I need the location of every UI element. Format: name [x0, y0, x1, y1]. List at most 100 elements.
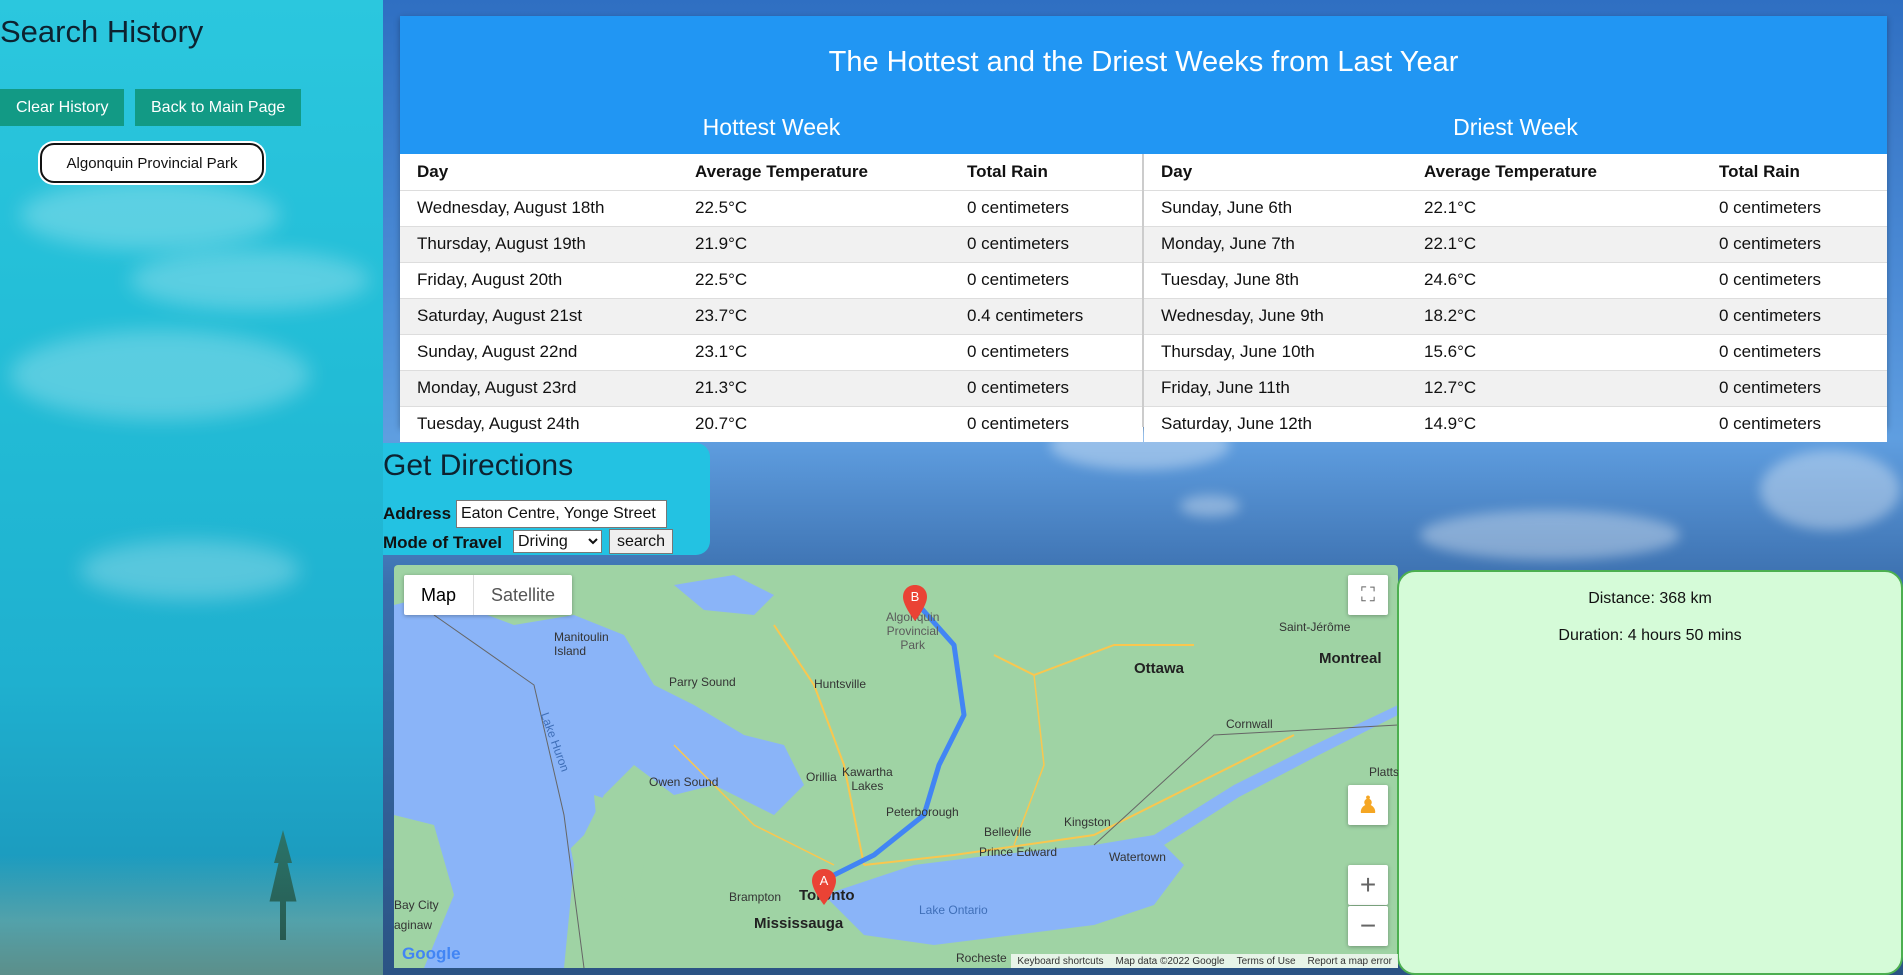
temperature-cell: 22.1°C	[1407, 225, 1702, 262]
column-header: Total Rain	[967, 161, 1048, 181]
place-label: Orillia	[806, 770, 837, 784]
temperature-cell: 18.2°C	[1407, 297, 1702, 334]
search-history-sidebar: Search History Clear History Back to Mai…	[0, 0, 383, 975]
day-cell: Thursday, August 19th	[400, 225, 678, 262]
rain-cell: 0 centimeters	[950, 369, 1143, 406]
marker-label: B	[911, 589, 920, 604]
shoreline-decoration	[0, 855, 383, 975]
zoom-out-button[interactable]: −	[1348, 906, 1388, 946]
rain-cell: 0 centimeters	[1702, 261, 1887, 298]
place-label: Platts	[1369, 765, 1398, 779]
table-row: Friday, June 11th 12.7°C 0 centimeters	[1144, 369, 1887, 406]
place-label: Peterborough	[886, 805, 959, 819]
cloud-decoration	[1180, 495, 1240, 517]
satellite-tab[interactable]: Satellite	[473, 575, 572, 615]
table-row: Tuesday, August 24th 20.7°C 0 centimeters	[400, 405, 1143, 442]
temperature-cell: 20.7°C	[678, 405, 950, 442]
hottest-week-table: Day Average Temperature Total Rain Wedne…	[400, 154, 1143, 442]
map-data-attribution: Map data ©2022 Google	[1115, 955, 1225, 967]
cloud-decoration	[1760, 450, 1900, 530]
temperature-cell: 22.1°C	[1407, 189, 1702, 226]
rain-cell: 0 centimeters	[950, 405, 1143, 442]
history-item[interactable]: Algonquin Provincial Park	[40, 143, 264, 183]
route-map[interactable]: Map Satellite ⛶ ♟ + − Manitoulin Island …	[394, 565, 1398, 968]
table-row: Thursday, August 19th 21.9°C 0 centimeters	[400, 225, 1143, 262]
rain-cell: 0 centimeters	[950, 333, 1143, 370]
keyboard-shortcuts-link[interactable]: Keyboard shortcuts	[1017, 956, 1103, 967]
temperature-cell: 14.9°C	[1407, 405, 1702, 442]
table-row: Tuesday, June 8th 24.6°C 0 centimeters	[1144, 261, 1887, 298]
temperature-cell: 12.7°C	[1407, 369, 1702, 406]
rain-cell: 0 centimeters	[1702, 225, 1887, 262]
address-label: Address	[383, 504, 452, 523]
place-label: Saint-Jérôme	[1279, 620, 1351, 634]
place-label: Watertown	[1109, 850, 1166, 864]
day-cell: Sunday, June 6th	[1144, 189, 1407, 226]
back-to-main-button[interactable]: Back to Main Page	[135, 89, 302, 126]
clear-history-button[interactable]: Clear History	[0, 89, 125, 126]
rain-cell: 0.4 centimeters	[950, 297, 1143, 334]
place-label: Parry Sound	[669, 675, 736, 689]
map-footer: Keyboard shortcuts Map data ©2022 Google…	[1011, 954, 1398, 968]
place-label: Mississauga	[754, 915, 844, 932]
place-label: Ottawa	[1134, 660, 1185, 677]
day-cell: Friday, August 20th	[400, 261, 678, 298]
rain-cell: 0 centimeters	[1702, 189, 1887, 226]
column-header: Day	[417, 161, 449, 181]
cloud-decoration	[1420, 510, 1680, 560]
column-header: Total Rain	[1719, 161, 1800, 181]
driest-week-section: Driest Week Day Average Temperature Tota…	[1144, 96, 1887, 442]
place-label: Lake Ontario	[919, 903, 988, 917]
address-input[interactable]	[456, 500, 667, 528]
place-label: Huntsville	[814, 677, 867, 691]
table-header-row: Day Average Temperature Total Rain	[1144, 154, 1887, 190]
table-row: Thursday, June 10th 15.6°C 0 centimeters	[1144, 333, 1887, 370]
weather-title: The Hottest and the Driest Weeks from La…	[828, 46, 1459, 78]
zoom-in-button[interactable]: +	[1348, 865, 1388, 905]
origin-marker[interactable]: A	[812, 869, 836, 905]
column-header: Average Temperature	[1424, 161, 1597, 181]
place-label: Bay City	[394, 898, 439, 912]
table-row: Wednesday, August 18th 22.5°C 0 centimeter…	[400, 189, 1143, 226]
temperature-cell: 21.9°C	[678, 225, 950, 262]
search-button[interactable]: search	[609, 529, 673, 554]
place-label: Montreal	[1319, 650, 1382, 667]
cloud-decoration	[130, 250, 370, 310]
temperature-cell: 15.6°C	[1407, 333, 1702, 370]
fullscreen-icon[interactable]: ⛶	[1348, 575, 1388, 615]
rain-cell: 0 centimeters	[1702, 369, 1887, 406]
rain-cell: 0 centimeters	[1702, 405, 1887, 442]
table-row: Saturday, August 21st 23.7°C 0.4 centimete…	[400, 297, 1143, 334]
pegman-icon[interactable]: ♟	[1348, 785, 1388, 825]
map-type-toggle: Map Satellite	[404, 575, 573, 615]
directions-title: Get Directions	[383, 449, 574, 482]
rain-cell: 0 centimeters	[1702, 333, 1887, 370]
weather-panel: The Hottest and the Driest Weeks from La…	[400, 16, 1887, 442]
directions-panel: Get Directions Address Mode of Travel Dr…	[383, 443, 710, 555]
search-history-title: Search History	[0, 14, 204, 49]
day-cell: Friday, June 11th	[1144, 369, 1407, 406]
table-header-row: Day Average Temperature Total Rain	[400, 154, 1143, 190]
cloud-decoration	[10, 330, 310, 420]
map-tab[interactable]: Map	[404, 575, 473, 615]
table-row: Sunday, June 6th 22.1°C 0 centimeters	[1144, 189, 1887, 226]
place-label: Kawartha Lakes	[842, 765, 893, 793]
duration-text: Duration: 4 hours 50 mins	[1558, 627, 1742, 644]
day-cell: Thursday, June 10th	[1144, 333, 1407, 370]
report-error-link[interactable]: Report a map error	[1308, 956, 1392, 967]
road	[773, 624, 865, 866]
mode-of-travel-select[interactable]: Driving	[513, 530, 602, 553]
terms-link[interactable]: Terms of Use	[1237, 956, 1296, 967]
place-label: Prince Edward	[979, 845, 1058, 859]
table-row: Wednesday, June 9th 18.2°C 0 centimeters	[1144, 297, 1887, 334]
temperature-cell: 23.1°C	[678, 333, 950, 370]
place-label: Owen Sound	[649, 775, 719, 789]
table-row: Monday, August 23rd 21.3°C 0 centimeters	[400, 369, 1143, 406]
distance-text: Distance: 368 km	[1588, 590, 1712, 607]
place-label: Kingston	[1064, 815, 1111, 829]
table-row: Saturday, June 12th 14.9°C 0 centimeters	[1144, 405, 1887, 442]
destination-marker[interactable]: B	[903, 585, 927, 621]
place-label: Belleville	[984, 825, 1032, 839]
day-cell: Tuesday, August 24th	[400, 405, 678, 442]
cloud-decoration	[80, 540, 300, 600]
